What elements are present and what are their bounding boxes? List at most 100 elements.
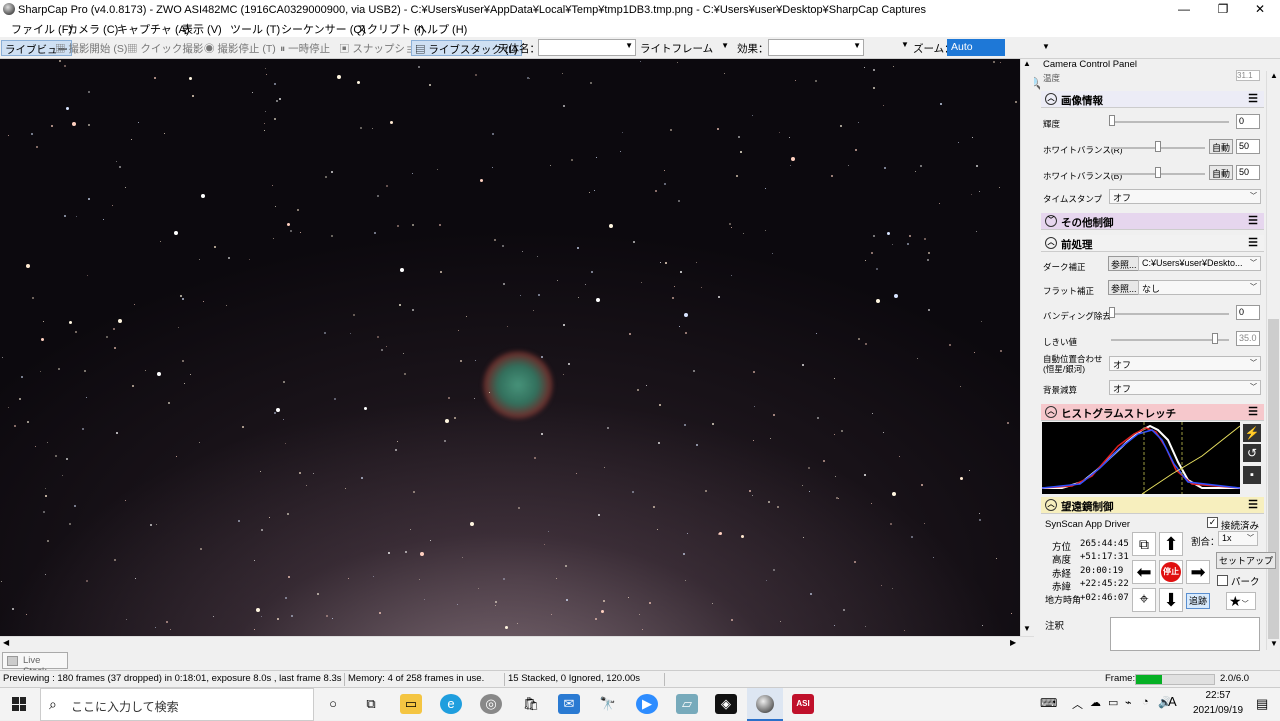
menu-view[interactable]: 表示 (V) [182,21,222,37]
menu-scripting[interactable]: スクリプト (I) [356,21,424,37]
menu-file[interactable]: ファイル (F) [11,21,72,37]
banding-slider[interactable] [1111,313,1229,315]
preprocessing-header[interactable]: ︿ 前処理 ☰ [1041,235,1264,252]
windows-start-icon[interactable] [12,697,26,711]
chevron-up-icon[interactable]: ︿ [1072,696,1083,712]
quick-capture-button[interactable]: ▦ クイック撮影 [124,40,206,56]
chevron-up-icon[interactable]: ▲ [1023,59,1031,68]
reset-icon[interactable]: ↺ [1243,444,1261,462]
histogram-header[interactable]: ︿ ヒストグラムストレッチ ☰ [1041,404,1264,421]
menu-help[interactable]: ヘルプ (H) [416,21,467,37]
pause-button[interactable]: ⏸ 一時停止 [277,40,333,56]
brightness-value[interactable]: 0 [1236,114,1260,129]
background-subtract-select[interactable]: オフ ﹀ [1109,380,1261,395]
start-capture-button[interactable]: ▦ 撮影開始 (S) [52,40,130,56]
chevron-up-icon[interactable]: ▲ [1270,71,1278,80]
wifi-icon[interactable]: ◔ [1142,696,1149,708]
chevron-right-icon[interactable]: ▶ [1010,638,1016,647]
chevron-down-icon[interactable]: ▼ [1042,42,1050,51]
live-stack-tab[interactable]: Live Stack [2,652,68,677]
rate-select[interactable]: 1x ﹀ [1218,531,1258,546]
edge-icon[interactable]: e [440,694,462,714]
collapse-icon[interactable]: ︿ [1045,93,1057,105]
app-icon[interactable]: ◎ [480,694,502,714]
notes-field[interactable] [1110,617,1260,651]
live-image-view[interactable] [0,59,1020,636]
usb-icon[interactable]: ⌁ [1125,696,1132,709]
flat-file-select[interactable]: なし ﹀ [1138,280,1261,295]
image-vertical-scrollbar[interactable]: ▲ ▼ [1020,59,1034,636]
close-button[interactable]: ✕ [1240,0,1280,19]
wb-red-auto-button[interactable]: 自動 [1209,139,1234,154]
histogram-graph[interactable] [1041,422,1241,495]
chevron-left-icon[interactable]: ◀ [3,638,9,647]
connected-checkbox[interactable]: ✓ [1207,517,1218,528]
menu-icon[interactable]: ☰ [1248,405,1258,418]
clock-time[interactable]: 22:57 [1196,690,1240,701]
notes-app-icon[interactable]: ▱ [676,694,698,714]
astro-app-icon[interactable]: ◈ [715,694,737,714]
save-icon[interactable]: ▪ [1243,466,1261,484]
battery-icon[interactable]: ▭ [1108,696,1118,709]
wb-blue-value[interactable]: 50 [1236,165,1260,180]
menu-camera[interactable]: カメラ (C) [67,21,118,37]
menu-sequencer[interactable]: シーケンサー (Q) [281,21,366,37]
zoom-combo[interactable]: Auto [947,39,1005,56]
banding-thumb[interactable] [1109,307,1115,318]
menu-icon[interactable]: ☰ [1248,236,1258,249]
wb-blue-thumb[interactable] [1155,167,1161,178]
effect-combo[interactable]: ▼ [768,39,864,56]
crosshair-icon[interactable]: ⌖ [1132,588,1156,612]
threshold-thumb[interactable] [1212,333,1218,344]
timestamp-select[interactable]: オフ ﹀ [1109,189,1261,204]
park-checkbox[interactable] [1217,575,1228,586]
collapse-icon[interactable]: ︿ [1045,406,1057,418]
dark-file-select[interactable]: C:¥Users¥user¥Deskto... ﹀ [1138,256,1261,271]
frame-type-combo[interactable]: ライトフレーム ▼ [636,39,732,56]
star-icon[interactable]: ★﹀ [1226,592,1256,610]
stop-button[interactable]: 停止 [1159,560,1183,584]
tracking-button[interactable]: 追跡 [1186,593,1210,609]
arrow-right-icon[interactable]: ➡ [1186,560,1210,584]
chevron-down-icon[interactable]: ▼ [1023,624,1031,633]
image-info-header[interactable]: ︿ 画像情報 ☰ [1041,91,1264,108]
chevron-down-icon[interactable]: ▼ [901,40,909,49]
dark-browse-button[interactable]: 参照... [1108,256,1140,271]
ime-indicator[interactable]: A [1168,694,1177,709]
menu-tools[interactable]: ツール (T) [230,21,280,37]
store-icon[interactable]: 🛍 [520,694,542,714]
arrow-left-icon[interactable]: ⬅ [1132,560,1156,584]
asi-app-icon[interactable]: ASI [792,694,814,714]
sharpcap-task-item[interactable] [747,688,783,721]
menu-capture[interactable]: キャプチャ (A) [117,21,190,37]
arrow-up-icon[interactable]: ⬆ [1159,532,1183,556]
telescope-app-icon[interactable]: 🔭 [597,694,619,714]
goto-icon[interactable]: ⧉ [1132,532,1156,556]
collapse-icon[interactable]: ︿ [1045,499,1057,511]
arrow-down-icon[interactable]: ⬇ [1159,588,1183,612]
other-controls-header[interactable]: ﹀ その他制御 ☰ [1041,213,1264,230]
wb-blue-auto-button[interactable]: 自動 [1209,165,1234,180]
expand-icon[interactable]: ﹀ [1045,215,1057,227]
brightness-slider[interactable] [1111,121,1229,123]
auto-align-select[interactable]: オフ ﹀ [1109,356,1261,371]
menu-icon[interactable]: ☰ [1248,214,1258,227]
file-explorer-icon[interactable]: ▭ [400,694,422,714]
collapse-icon[interactable]: ︿ [1045,237,1057,249]
image-horizontal-scrollbar[interactable]: ◀ ▶ [0,636,1034,650]
wb-red-thumb[interactable] [1155,141,1161,152]
chevron-down-icon[interactable]: ▼ [1270,639,1278,648]
telescope-header[interactable]: ︿ 望遠鏡制御 ☰ [1041,497,1264,514]
network-icon[interactable]: ☁ [1090,696,1101,709]
lightning-icon[interactable]: ⚡ [1243,424,1261,442]
minimize-button[interactable]: — [1164,0,1204,19]
brightness-thumb[interactable] [1109,115,1115,126]
keyboard-icon[interactable]: ⌨ [1040,696,1057,710]
threshold-value[interactable]: 35.0 [1236,331,1260,346]
banding-value[interactable]: 0 [1236,305,1260,320]
maximize-button[interactable]: ❐ [1203,0,1243,19]
task-view-icon[interactable]: ⧉ [360,694,382,714]
flat-browse-button[interactable]: 参照... [1108,280,1140,295]
menu-icon[interactable]: ☰ [1248,92,1258,105]
cortana-icon[interactable]: ○ [322,694,344,714]
